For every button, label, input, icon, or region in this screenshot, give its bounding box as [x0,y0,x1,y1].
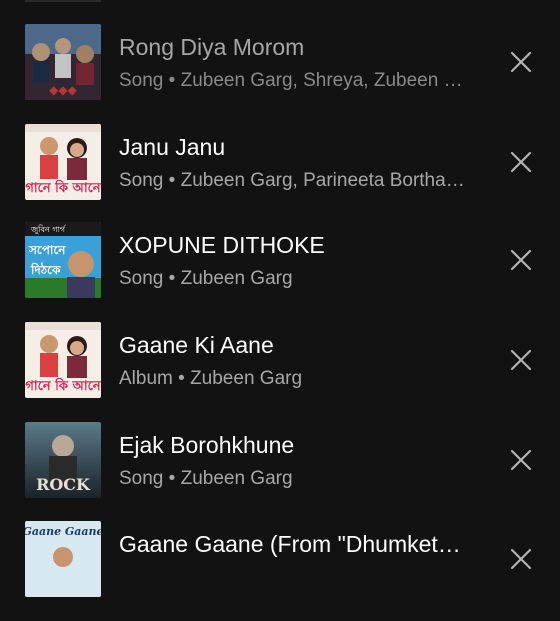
result-title: XOPUNE DITHOKE [119,232,325,258]
result-title: Gaane Gaane (From "Dhumket… [119,531,461,557]
close-icon [510,151,532,173]
svg-text:দিঠকে: দিঠকে [30,262,61,277]
remove-result-button[interactable] [503,44,539,80]
remove-result-button[interactable] [503,541,539,577]
result-subtitle: Song • Zubeen Garg [119,268,293,289]
previous-item-edge [25,0,101,2]
list-item[interactable]: ◆◆◆ Rong Diya Morom Song • Zubeen Garg, … [0,24,560,124]
list-item[interactable]: Gaane Gaane Gaane Gaane (From "Dhumket… [0,521,560,621]
remove-result-button[interactable] [503,144,539,180]
svg-text:◆◆◆: ◆◆◆ [49,83,77,97]
svg-text:গানে কি আনে: গানে কি আনে [25,377,101,394]
close-icon [510,449,532,471]
list-item[interactable]: গানে কি আনে Gaane Ki Aane Album • Zubeen… [0,322,560,422]
close-icon [510,548,532,570]
remove-result-button[interactable] [503,442,539,478]
remove-result-button[interactable] [503,242,539,278]
remove-result-button[interactable] [503,342,539,378]
album-art-gaane-ki-aane: গানে কি আনে [25,124,101,200]
svg-text:জুবিন গাৰ্গ: জুবিন গাৰ্গ [30,225,66,234]
album-art-gaane-gaane: Gaane Gaane [25,521,101,597]
album-art-rong-diya-morom: ◆◆◆ [25,24,101,100]
close-icon [510,349,532,371]
list-item[interactable]: গানে কি আনে Janu Janu Song • Zubeen Garg… [0,124,560,224]
result-title: Ejak Borohkhune [119,432,295,458]
close-icon [510,249,532,271]
result-title: Gaane Ki Aane [119,332,274,358]
result-subtitle: Album • Zubeen Garg [119,368,303,389]
result-subtitle: Song • Zubeen Garg, Parineeta Bortha… [119,170,465,191]
svg-text:গানে কি আনে: গানে কি আনে [25,179,101,196]
svg-text:ROCK: ROCK [36,475,91,494]
list-item[interactable]: জুবিন গাৰ্গ সপোনে দিঠকে XOPUNE DITHOKE S… [0,222,560,322]
album-art-rock: ROCK [25,422,101,498]
album-art-xopune-dithoke: জুবিন গাৰ্গ সপোনে দিঠকে [25,222,101,298]
result-title: Janu Janu [119,134,226,160]
svg-text:Gaane Gaane: Gaane Gaane [25,525,101,538]
result-subtitle: Song • Zubeen Garg [119,468,293,489]
svg-text:সপোনে: সপোনে [28,243,66,257]
album-art-gaane-ki-aane: গানে কি আনে [25,322,101,398]
result-subtitle: Song • Zubeen Garg, Shreya, Zubeen … [119,70,463,91]
close-icon [510,51,532,73]
list-item[interactable]: ROCK Ejak Borohkhune Song • Zubeen Garg [0,422,560,522]
result-title: Rong Diya Morom [119,34,305,60]
